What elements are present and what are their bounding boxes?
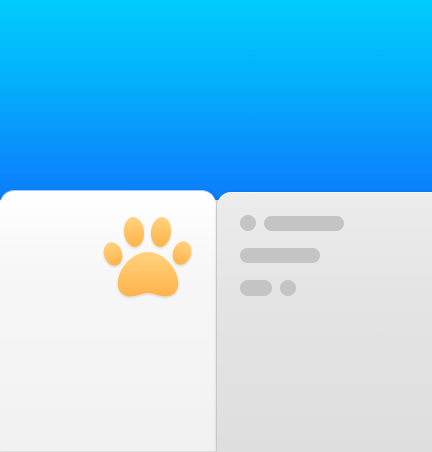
paw-toe-mid-left	[123, 217, 145, 247]
placeholder-line	[264, 216, 344, 231]
paw-toe-left	[103, 242, 123, 266]
paw-pad	[117, 252, 179, 297]
paw-toe-mid-right	[150, 217, 172, 247]
paw-icon	[103, 217, 192, 297]
sky-background	[0, 0, 432, 200]
right-panel	[217, 192, 432, 452]
placeholder-line-short	[240, 280, 272, 296]
placeholder-dot	[280, 280, 296, 296]
placeholder-dot	[240, 215, 256, 231]
paw-toe-right	[172, 241, 192, 265]
placeholder-line	[240, 248, 320, 263]
